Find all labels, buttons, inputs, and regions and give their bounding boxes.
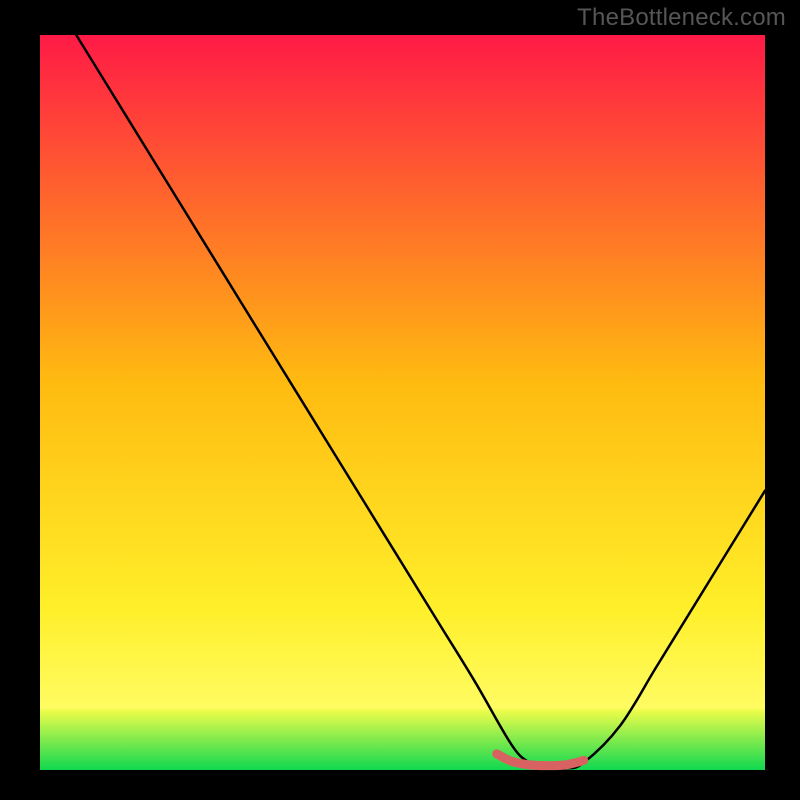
watermark-text: TheBottleneck.com — [577, 4, 786, 32]
bottleneck-chart — [0, 0, 800, 800]
chart-wrapper: TheBottleneck.com — [0, 0, 800, 800]
plot-area — [40, 35, 765, 770]
